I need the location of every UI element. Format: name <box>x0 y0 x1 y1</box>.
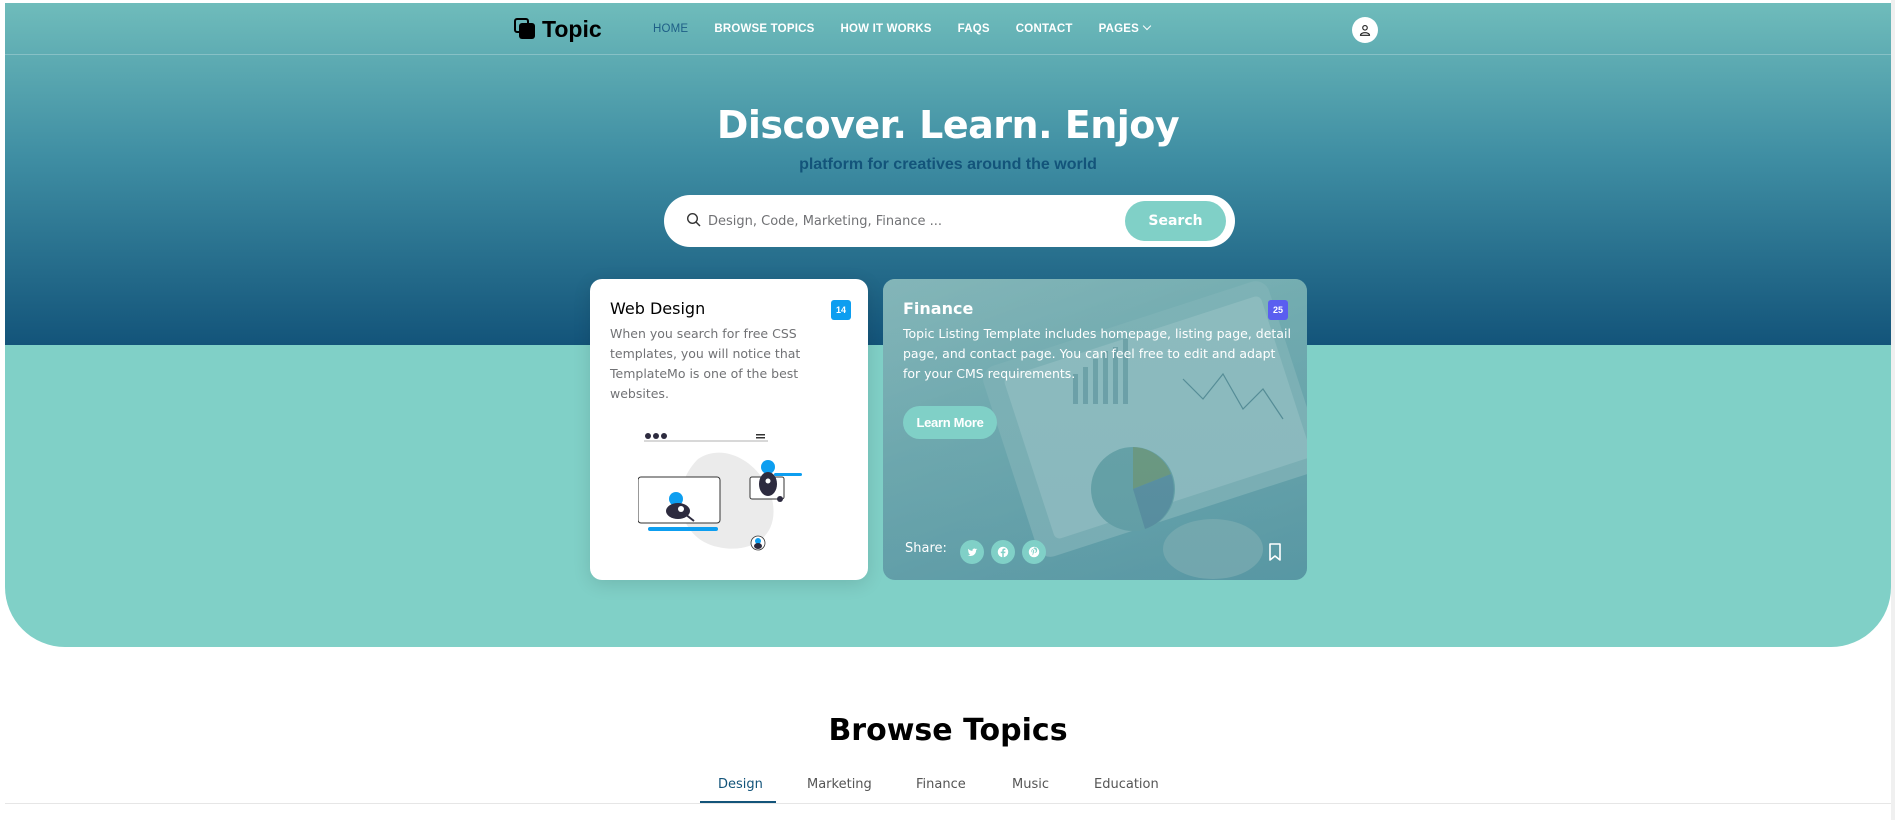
nav-item-home[interactable]: HOME <box>653 23 688 35</box>
user-account-button[interactable] <box>1352 17 1378 43</box>
card-description: When you search for free CSS templates, … <box>610 326 801 401</box>
card-title: Finance <box>903 299 974 318</box>
nav-item-pages[interactable]: PAGES <box>1098 21 1152 35</box>
learn-more-button[interactable]: Learn More <box>903 406 997 439</box>
card-title: Web Design <box>610 299 706 318</box>
tab-design[interactable]: Design <box>718 777 763 792</box>
brand-logo[interactable]: Topic <box>514 15 602 42</box>
browse-topics-heading: Browse Topics <box>828 713 1068 748</box>
tab-education[interactable]: Education <box>1094 777 1159 792</box>
pinterest-share-button[interactable] <box>1022 540 1046 564</box>
share-label: Share: <box>905 541 947 556</box>
nav-item-how-it-works[interactable]: HOW IT WORKS <box>840 23 931 35</box>
nav-item-contact[interactable]: CONTACT <box>1016 23 1073 35</box>
nav-item-faqs[interactable]: FAQS <box>958 23 990 35</box>
hero-title: Discover. Learn. Enjoy <box>716 103 1180 147</box>
top-navbar: Topic HOME BROWSE TOPICS HOW IT WORKS FA… <box>5 3 1891 55</box>
main-menu: HOME BROWSE TOPICS HOW IT WORKS FAQS CON… <box>653 3 1176 55</box>
search-icon <box>686 212 701 227</box>
tabs-divider <box>5 803 1891 804</box>
active-tab-indicator <box>700 801 776 803</box>
count-badge: 25 <box>1268 300 1288 320</box>
topic-card-finance[interactable]: Finance 25 Topic Listing Template includ… <box>883 279 1307 580</box>
web-design-illustration-icon <box>638 433 802 551</box>
twitter-share-button[interactable] <box>960 540 984 564</box>
count-badge: 14 <box>831 300 851 320</box>
user-icon <box>1359 24 1371 36</box>
twitter-icon <box>967 548 977 556</box>
scrollbar[interactable] <box>1891 0 1895 820</box>
facebook-icon <box>997 546 1009 558</box>
pinterest-icon <box>1028 546 1040 558</box>
page: Topic HOME BROWSE TOPICS HOW IT WORKS FA… <box>5 3 1891 820</box>
tab-marketing[interactable]: Marketing <box>807 777 872 792</box>
nav-item-browse-topics[interactable]: BROWSE TOPICS <box>714 23 814 35</box>
chevron-down-icon <box>1142 21 1152 31</box>
hero-subtitle: platform for creatives around the world <box>799 156 1097 173</box>
bookmark-icon[interactable] <box>1267 542 1283 562</box>
topic-card-web-design[interactable]: Web Design 14 When you search for free C… <box>590 279 868 580</box>
search-button[interactable]: Search <box>1125 201 1226 241</box>
tab-music[interactable]: Music <box>1012 777 1049 792</box>
facebook-share-button[interactable] <box>991 540 1015 564</box>
card-description: Topic Listing Template includes homepage… <box>903 326 1291 381</box>
nav-item-pages-label: PAGES <box>1098 23 1139 35</box>
search-input[interactable] <box>708 208 1108 234</box>
tab-finance[interactable]: Finance <box>916 777 966 792</box>
search-form: Search <box>664 195 1235 247</box>
brand-name: Topic <box>542 15 602 42</box>
brand-icon <box>514 18 536 40</box>
